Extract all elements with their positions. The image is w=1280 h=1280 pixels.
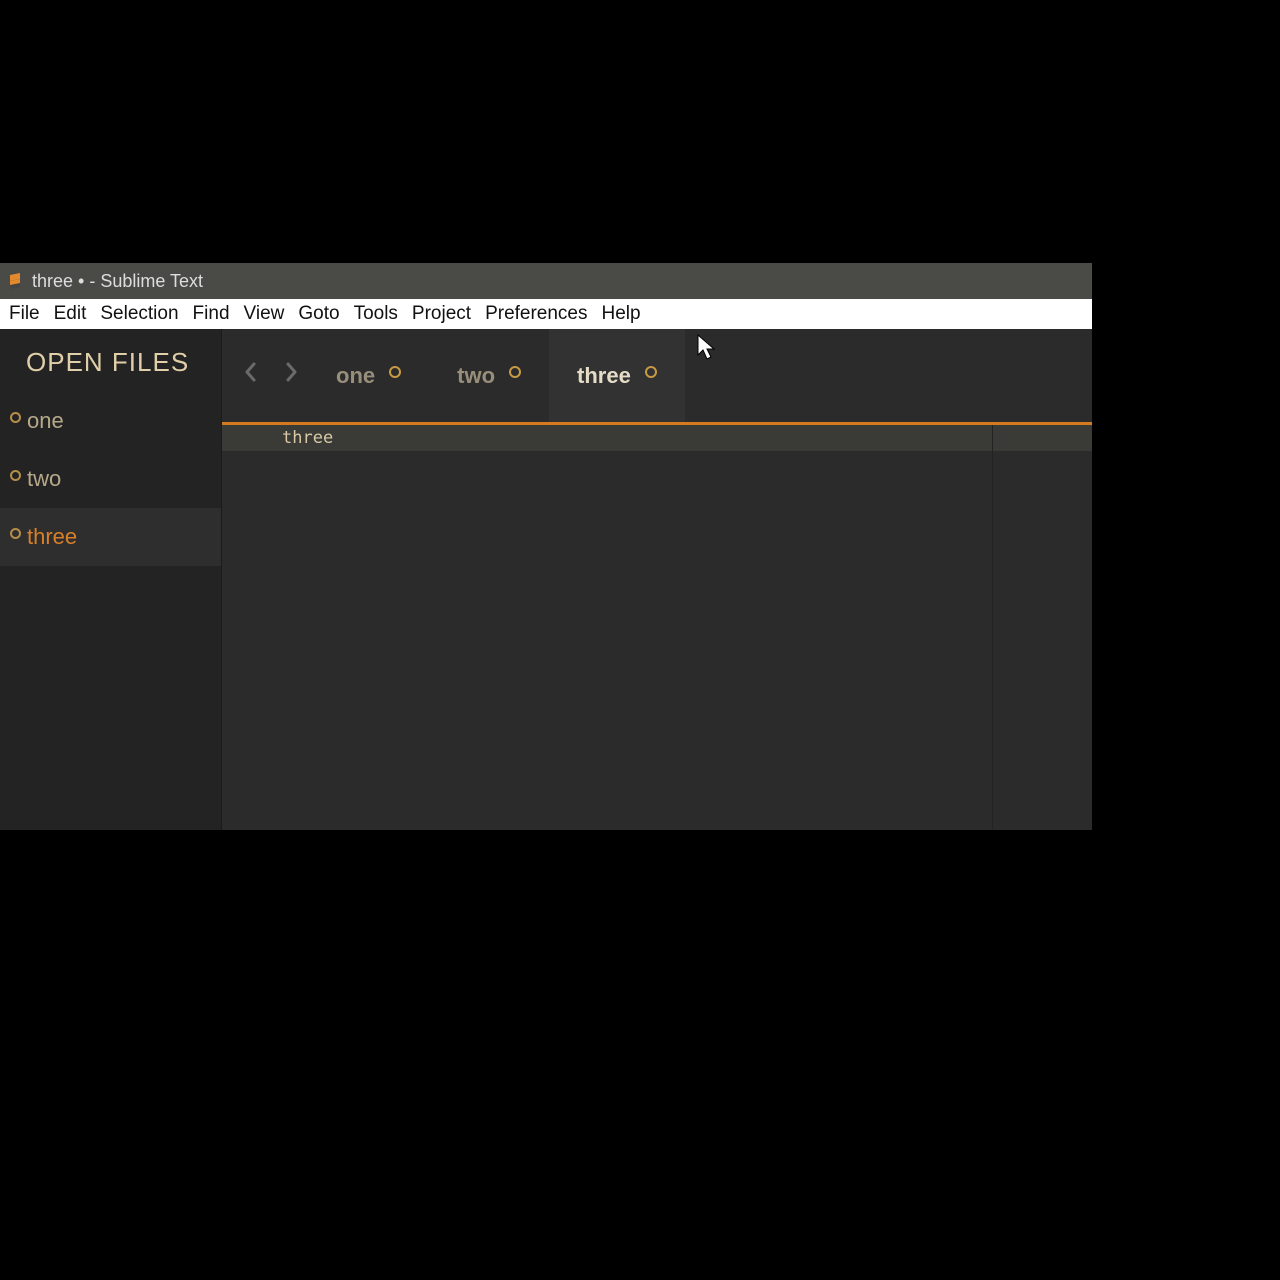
app-window: three • - Sublime Text File Edit Selecti… [0,263,1092,830]
menu-selection[interactable]: Selection [93,303,185,325]
sidebar-item-three[interactable]: three [0,508,221,566]
menu-project[interactable]: Project [405,303,478,325]
editor-body: 1 three [222,425,1092,830]
tab-nav [222,329,308,422]
editor-column: one two three 1 [222,329,1092,830]
minimap-view-indicator [993,425,1092,451]
sidebar-item-label: three [27,524,77,550]
code-area[interactable]: three [270,425,992,830]
menubar: File Edit Selection Find View Goto Tools… [0,299,1092,329]
unsaved-dot-icon [10,412,21,423]
unsaved-dot-icon [10,528,21,539]
menu-preferences[interactable]: Preferences [478,303,594,325]
unsaved-dot-icon [389,366,401,378]
tab-one[interactable]: one [308,329,429,422]
sidebar-item-label: one [27,408,64,434]
menu-file[interactable]: File [2,303,47,325]
sidebar-item-two[interactable]: two [0,450,221,508]
minimap[interactable] [992,425,1092,830]
unsaved-dot-icon [10,470,21,481]
menu-tools[interactable]: Tools [347,303,405,325]
menu-view[interactable]: View [237,303,292,325]
menu-edit[interactable]: Edit [47,303,94,325]
menu-find[interactable]: Find [186,303,237,325]
code-line: three [270,425,992,451]
unsaved-dot-icon [645,366,657,378]
main-area: OPEN FILES one two three [0,329,1092,830]
tab-two[interactable]: two [429,329,549,422]
menu-help[interactable]: Help [595,303,648,325]
line-gutter: 1 [222,425,270,830]
app-logo-icon [6,272,24,290]
tab-forward-icon[interactable] [280,360,302,391]
tab-label: one [336,363,375,389]
titlebar[interactable]: three • - Sublime Text [0,263,1092,299]
tabbar: one two three [222,329,1092,425]
sidebar-header: OPEN FILES [0,329,221,392]
tab-label: three [577,363,631,389]
menu-goto[interactable]: Goto [291,303,346,325]
sidebar-item-label: two [27,466,61,492]
tab-back-icon[interactable] [240,360,262,391]
tab-label: two [457,363,495,389]
sidebar-item-one[interactable]: one [0,392,221,450]
unsaved-dot-icon [509,366,521,378]
window-title: three • - Sublime Text [32,271,203,292]
tab-three[interactable]: three [549,329,685,422]
sidebar: OPEN FILES one two three [0,329,222,830]
